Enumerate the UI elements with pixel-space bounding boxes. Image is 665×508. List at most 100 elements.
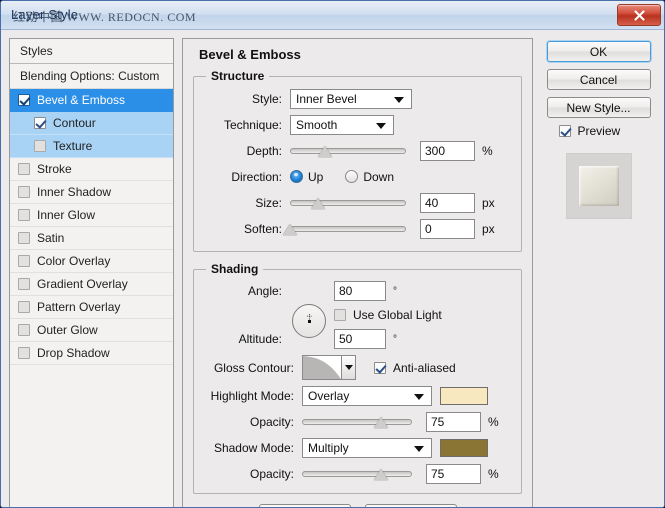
sidebar-item-inner-glow[interactable]: Inner Glow (10, 204, 173, 227)
depth-slider[interactable] (290, 141, 406, 161)
checkbox-inner-shadow[interactable] (18, 186, 30, 198)
sidebar-item-label: Color Overlay (37, 254, 111, 268)
depth-row: Depth: 300 % (202, 139, 513, 162)
sidebar-item-outer-glow[interactable]: Outer Glow (10, 319, 173, 342)
checkbox-drop-shadow[interactable] (18, 347, 30, 359)
shadow-mode-label: Shadow Mode: (213, 440, 294, 455)
action-buttons: OK Cancel New Style... Preview (541, 38, 656, 507)
style-value: Inner Bevel (296, 91, 357, 106)
preview-label: Preview (577, 124, 621, 138)
slider-thumb[interactable] (374, 468, 389, 480)
close-button[interactable] (617, 4, 661, 26)
highlight-opacity-label: Opacity: (249, 414, 294, 429)
gloss-contour-row: Gloss Contour: Anti-aliased (202, 354, 513, 381)
checkbox-preview (558, 125, 571, 137)
size-input[interactable]: 40 (420, 192, 475, 213)
structure-legend: Structure (211, 69, 265, 83)
angle-dial[interactable] (292, 304, 326, 338)
sidebar-item-satin[interactable]: Satin (10, 227, 173, 250)
slider-thumb[interactable] (283, 223, 297, 235)
style-label: Style: (251, 91, 282, 106)
highlight-opacity-slider[interactable] (302, 412, 412, 432)
panel-title: Bevel & Emboss (199, 47, 301, 62)
make-default-button[interactable]: Make Default (258, 504, 351, 507)
use-global-light-checkbox[interactable]: Use Global Light (334, 308, 442, 322)
dial-indicator (308, 320, 311, 323)
preview-checkbox[interactable]: Preview (547, 124, 651, 138)
sidebar-item-label: Bevel & Emboss (37, 93, 126, 107)
highlight-mode-value: Overlay (308, 388, 350, 403)
gloss-contour-dropdown[interactable] (342, 355, 356, 380)
sidebar-item-inner-shadow[interactable]: Inner Shadow (10, 181, 173, 204)
slider-thumb[interactable] (374, 416, 389, 428)
style-dropdown[interactable]: Inner Bevel (290, 88, 412, 109)
technique-value: Smooth (296, 117, 338, 132)
angle-input[interactable]: 80 (334, 281, 386, 301)
soften-slider[interactable] (283, 219, 406, 239)
sidebar-item-blending-options[interactable]: Blending Options: Custom (10, 64, 173, 89)
sidebar-item-texture[interactable]: Texture (10, 135, 173, 158)
radio-direction-up[interactable]: Up (290, 170, 323, 184)
checkbox-pattern-overlay[interactable] (18, 301, 30, 313)
sidebar-item-bevel-emboss[interactable]: Bevel & Emboss (10, 89, 173, 112)
ok-button[interactable]: OK (546, 41, 651, 62)
style-row: Style: Inner Bevel (202, 87, 513, 110)
checkbox-contour[interactable] (34, 117, 46, 129)
checkbox-color-overlay[interactable] (18, 255, 30, 267)
sidebar-item-label: Drop Shadow (37, 346, 110, 360)
anti-aliased-label: Anti-aliased (393, 360, 456, 375)
altitude-input[interactable]: 50 (334, 329, 386, 349)
reset-to-default-button[interactable]: Reset to Default (364, 504, 457, 507)
shadow-color-swatch[interactable] (440, 438, 488, 457)
checkbox-outer-glow[interactable] (18, 324, 30, 336)
chevron-down-icon (344, 365, 353, 370)
sidebar-item-stroke[interactable]: Stroke (10, 158, 173, 181)
sidebar-item-color-overlay[interactable]: Color Overlay (10, 250, 173, 273)
highlight-opacity-unit: % (488, 414, 499, 429)
slider-track (302, 470, 412, 477)
highlight-opacity-row: Opacity: 75 % (202, 410, 513, 433)
radio-direction-down[interactable]: Down (345, 170, 394, 184)
cancel-button[interactable]: Cancel (546, 69, 651, 90)
checkbox-inner-glow[interactable] (18, 209, 30, 221)
depth-input[interactable]: 300 (420, 140, 475, 161)
slider-thumb[interactable] (310, 197, 325, 209)
title-watermark: 红动中国 WWW. REDOCN. COM (13, 10, 197, 24)
depth-unit: % (482, 143, 493, 158)
shadow-opacity-unit: % (488, 466, 499, 481)
sidebar-item-drop-shadow[interactable]: Drop Shadow (10, 342, 173, 365)
direction-down-label: Down (363, 169, 395, 184)
size-row: Size: 40 px (202, 191, 513, 214)
altitude-row: Altitude: 50 ° (202, 328, 513, 350)
sidebar-item-gradient-overlay[interactable]: Gradient Overlay (10, 273, 173, 296)
close-icon (633, 9, 645, 21)
gloss-contour-label: Gloss Contour: (213, 360, 294, 375)
angle-label: Angle: (247, 284, 282, 298)
checkbox-satin[interactable] (18, 232, 30, 244)
size-slider[interactable] (290, 193, 406, 213)
sidebar-item-pattern-overlay[interactable]: Pattern Overlay (10, 296, 173, 319)
anti-aliased-checkbox[interactable]: Anti-aliased (374, 361, 456, 375)
soften-unit: px (482, 221, 495, 236)
checkbox-gradient-overlay[interactable] (18, 278, 30, 290)
gloss-contour-preview[interactable] (302, 355, 342, 380)
shadow-mode-dropdown[interactable]: Multiply (302, 437, 432, 458)
checkbox-stroke[interactable] (18, 163, 30, 175)
dialog-body: Styles Blending Options: Custom Bevel & … (1, 30, 664, 507)
checkbox-texture[interactable] (34, 140, 46, 152)
checkbox-bevel-emboss[interactable] (18, 94, 30, 106)
technique-dropdown[interactable]: Smooth (290, 114, 394, 135)
soften-input[interactable]: 0 (420, 218, 475, 239)
slider-thumb[interactable] (317, 145, 332, 157)
shadow-opacity-slider[interactable] (302, 464, 412, 484)
shadow-opacity-input[interactable]: 75 (426, 463, 481, 484)
preview-shape (578, 166, 619, 206)
new-style-button[interactable]: New Style... (546, 97, 651, 118)
highlight-opacity-input[interactable]: 75 (426, 411, 481, 432)
highlight-mode-dropdown[interactable]: Overlay (302, 385, 432, 406)
highlight-color-swatch[interactable] (440, 386, 488, 405)
sidebar-item-contour[interactable]: Contour (10, 112, 173, 135)
title-bar: Layer Style 红动中国 WWW. REDOCN. COM (1, 1, 664, 30)
slider-track (302, 418, 412, 425)
slider-track (290, 225, 406, 232)
